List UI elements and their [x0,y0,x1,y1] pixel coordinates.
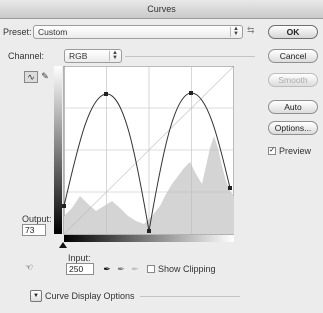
options-button[interactable]: Options... [268,121,318,135]
curve-display-options-label[interactable]: Curve Display Options [45,291,135,301]
show-clipping-label: Show Clipping [158,264,216,274]
input-field[interactable]: 250 [66,263,94,275]
preview-label: Preview [279,146,312,156]
channel-label: Channel: [8,51,45,61]
output-label: Output: [22,214,52,224]
preset-select[interactable]: Custom ▲ ▼ [33,25,243,39]
white-eyedropper-icon[interactable]: ✒ [130,264,140,274]
output-gradient-bar [54,66,62,234]
cancel-button[interactable]: Cancel [268,49,318,63]
curve-point-tool-icon[interactable]: ∿ [24,71,38,83]
group-divider [125,56,255,57]
preset-options-icon[interactable]: ⇆ [247,25,255,36]
show-clipping-checkbox[interactable] [147,265,155,273]
expand-arrow-icon[interactable]: ▼ [30,290,42,302]
curve-point[interactable] [228,186,232,190]
input-gradient-bar [64,235,234,242]
preview-checkbox[interactable]: ✓ [268,147,276,155]
ok-button[interactable]: OK [268,25,318,39]
channel-stepper-icon: ▲ ▼ [109,50,120,61]
curve-point[interactable] [62,204,66,208]
smooth-button[interactable]: Smooth [268,73,318,87]
auto-button[interactable]: Auto [268,100,318,114]
gray-eyedropper-icon[interactable]: ✒ [116,264,126,274]
black-point-slider[interactable] [59,242,67,248]
black-eyedropper-icon[interactable]: ✒ [102,264,112,274]
input-label: Input: [68,253,91,263]
curve-point[interactable] [147,229,151,233]
pencil-tool-icon[interactable]: ✎ [40,71,50,81]
preset-value: Custom [38,27,68,37]
channel-select[interactable]: RGB ▲ ▼ [64,49,122,63]
group-divider [140,296,240,297]
curve-point[interactable] [189,91,193,95]
preset-stepper-icon: ▲ ▼ [230,26,241,37]
channel-value: RGB [69,51,88,61]
preset-label: Preset: [3,27,32,37]
targeted-adjustment-icon[interactable]: ☜ [22,262,36,272]
curve-point[interactable] [104,92,108,96]
output-field[interactable]: 73 [22,224,46,236]
window-title: Curves [0,0,323,19]
curves-graph[interactable] [54,66,234,242]
